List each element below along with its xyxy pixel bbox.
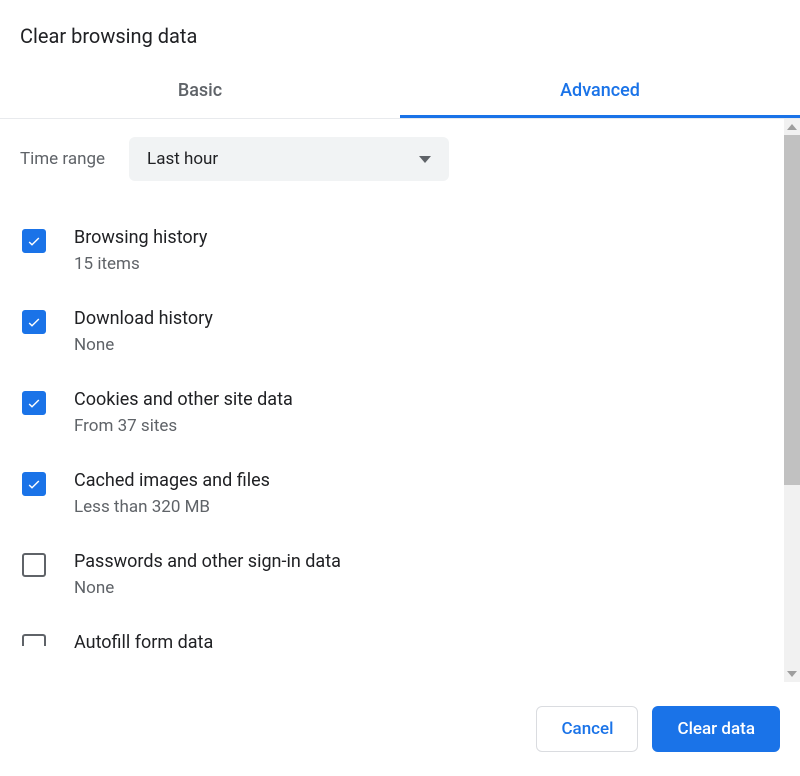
scrollbar-down-button[interactable] — [784, 666, 800, 682]
option-text: Cached images and files Less than 320 MB — [74, 470, 270, 517]
option-text: Passwords and other sign-in data None — [74, 551, 341, 598]
option-browsing-history: Browsing history 15 items — [20, 215, 780, 296]
tab-basic-label: Basic — [178, 80, 222, 101]
tab-basic[interactable]: Basic — [0, 66, 400, 118]
tab-advanced[interactable]: Advanced — [400, 66, 800, 118]
option-autofill: Autofill form data — [20, 620, 780, 659]
checkbox-autofill[interactable] — [22, 634, 46, 646]
time-range-row: Time range Last hour — [20, 137, 780, 181]
option-subtitle: 15 items — [74, 254, 207, 274]
option-text: Autofill form data — [74, 632, 213, 659]
clear-browsing-data-dialog: Clear browsing data Basic Advanced Time … — [0, 0, 800, 776]
scrollbar-up-button[interactable] — [784, 119, 800, 135]
checkbox-download-history[interactable] — [22, 310, 46, 334]
dialog-title: Clear browsing data — [20, 24, 780, 48]
time-range-value: Last hour — [147, 149, 218, 169]
checkmark-icon — [26, 476, 42, 492]
option-title: Download history — [74, 308, 213, 329]
checkmark-icon — [26, 314, 42, 330]
checkmark-icon — [26, 395, 42, 411]
cancel-button-label: Cancel — [561, 719, 613, 739]
checkmark-icon — [26, 233, 42, 249]
option-text: Cookies and other site data From 37 site… — [74, 389, 293, 436]
checkbox-cookies[interactable] — [22, 391, 46, 415]
dialog-header: Clear browsing data — [0, 0, 800, 66]
option-title: Autofill form data — [74, 632, 213, 653]
clear-data-button-label: Clear data — [677, 719, 755, 739]
scroll-area: Time range Last hour Browsing history 15… — [0, 119, 800, 682]
content-panel: Time range Last hour Browsing history 15… — [0, 119, 800, 682]
chevron-up-icon — [787, 124, 797, 130]
dialog-footer: Cancel Clear data — [0, 682, 800, 776]
option-text: Browsing history 15 items — [74, 227, 207, 274]
option-text: Download history None — [74, 308, 213, 355]
option-subtitle: None — [74, 335, 213, 355]
checkbox-passwords[interactable] — [22, 553, 46, 577]
option-cookies: Cookies and other site data From 37 site… — [20, 377, 780, 458]
option-title: Browsing history — [74, 227, 207, 248]
checkbox-browsing-history[interactable] — [22, 229, 46, 253]
option-subtitle: From 37 sites — [74, 416, 293, 436]
time-range-select[interactable]: Last hour — [129, 137, 449, 181]
checkbox-cached-images[interactable] — [22, 472, 46, 496]
chevron-down-icon — [419, 156, 431, 163]
option-subtitle: None — [74, 578, 341, 598]
option-subtitle: Less than 320 MB — [74, 497, 270, 517]
tab-advanced-label: Advanced — [560, 80, 640, 101]
scrollbar-thumb[interactable] — [784, 135, 800, 485]
cancel-button[interactable]: Cancel — [536, 706, 638, 752]
option-passwords: Passwords and other sign-in data None — [20, 539, 780, 620]
option-download-history: Download history None — [20, 296, 780, 377]
option-title: Cached images and files — [74, 470, 270, 491]
time-range-label: Time range — [20, 149, 105, 169]
option-cached-images: Cached images and files Less than 320 MB — [20, 458, 780, 539]
chevron-down-icon — [787, 671, 797, 677]
scrollbar-track[interactable] — [784, 119, 800, 682]
clear-data-button[interactable]: Clear data — [652, 706, 780, 752]
tabs-bar: Basic Advanced — [0, 66, 800, 119]
option-title: Cookies and other site data — [74, 389, 293, 410]
option-title: Passwords and other sign-in data — [74, 551, 341, 572]
